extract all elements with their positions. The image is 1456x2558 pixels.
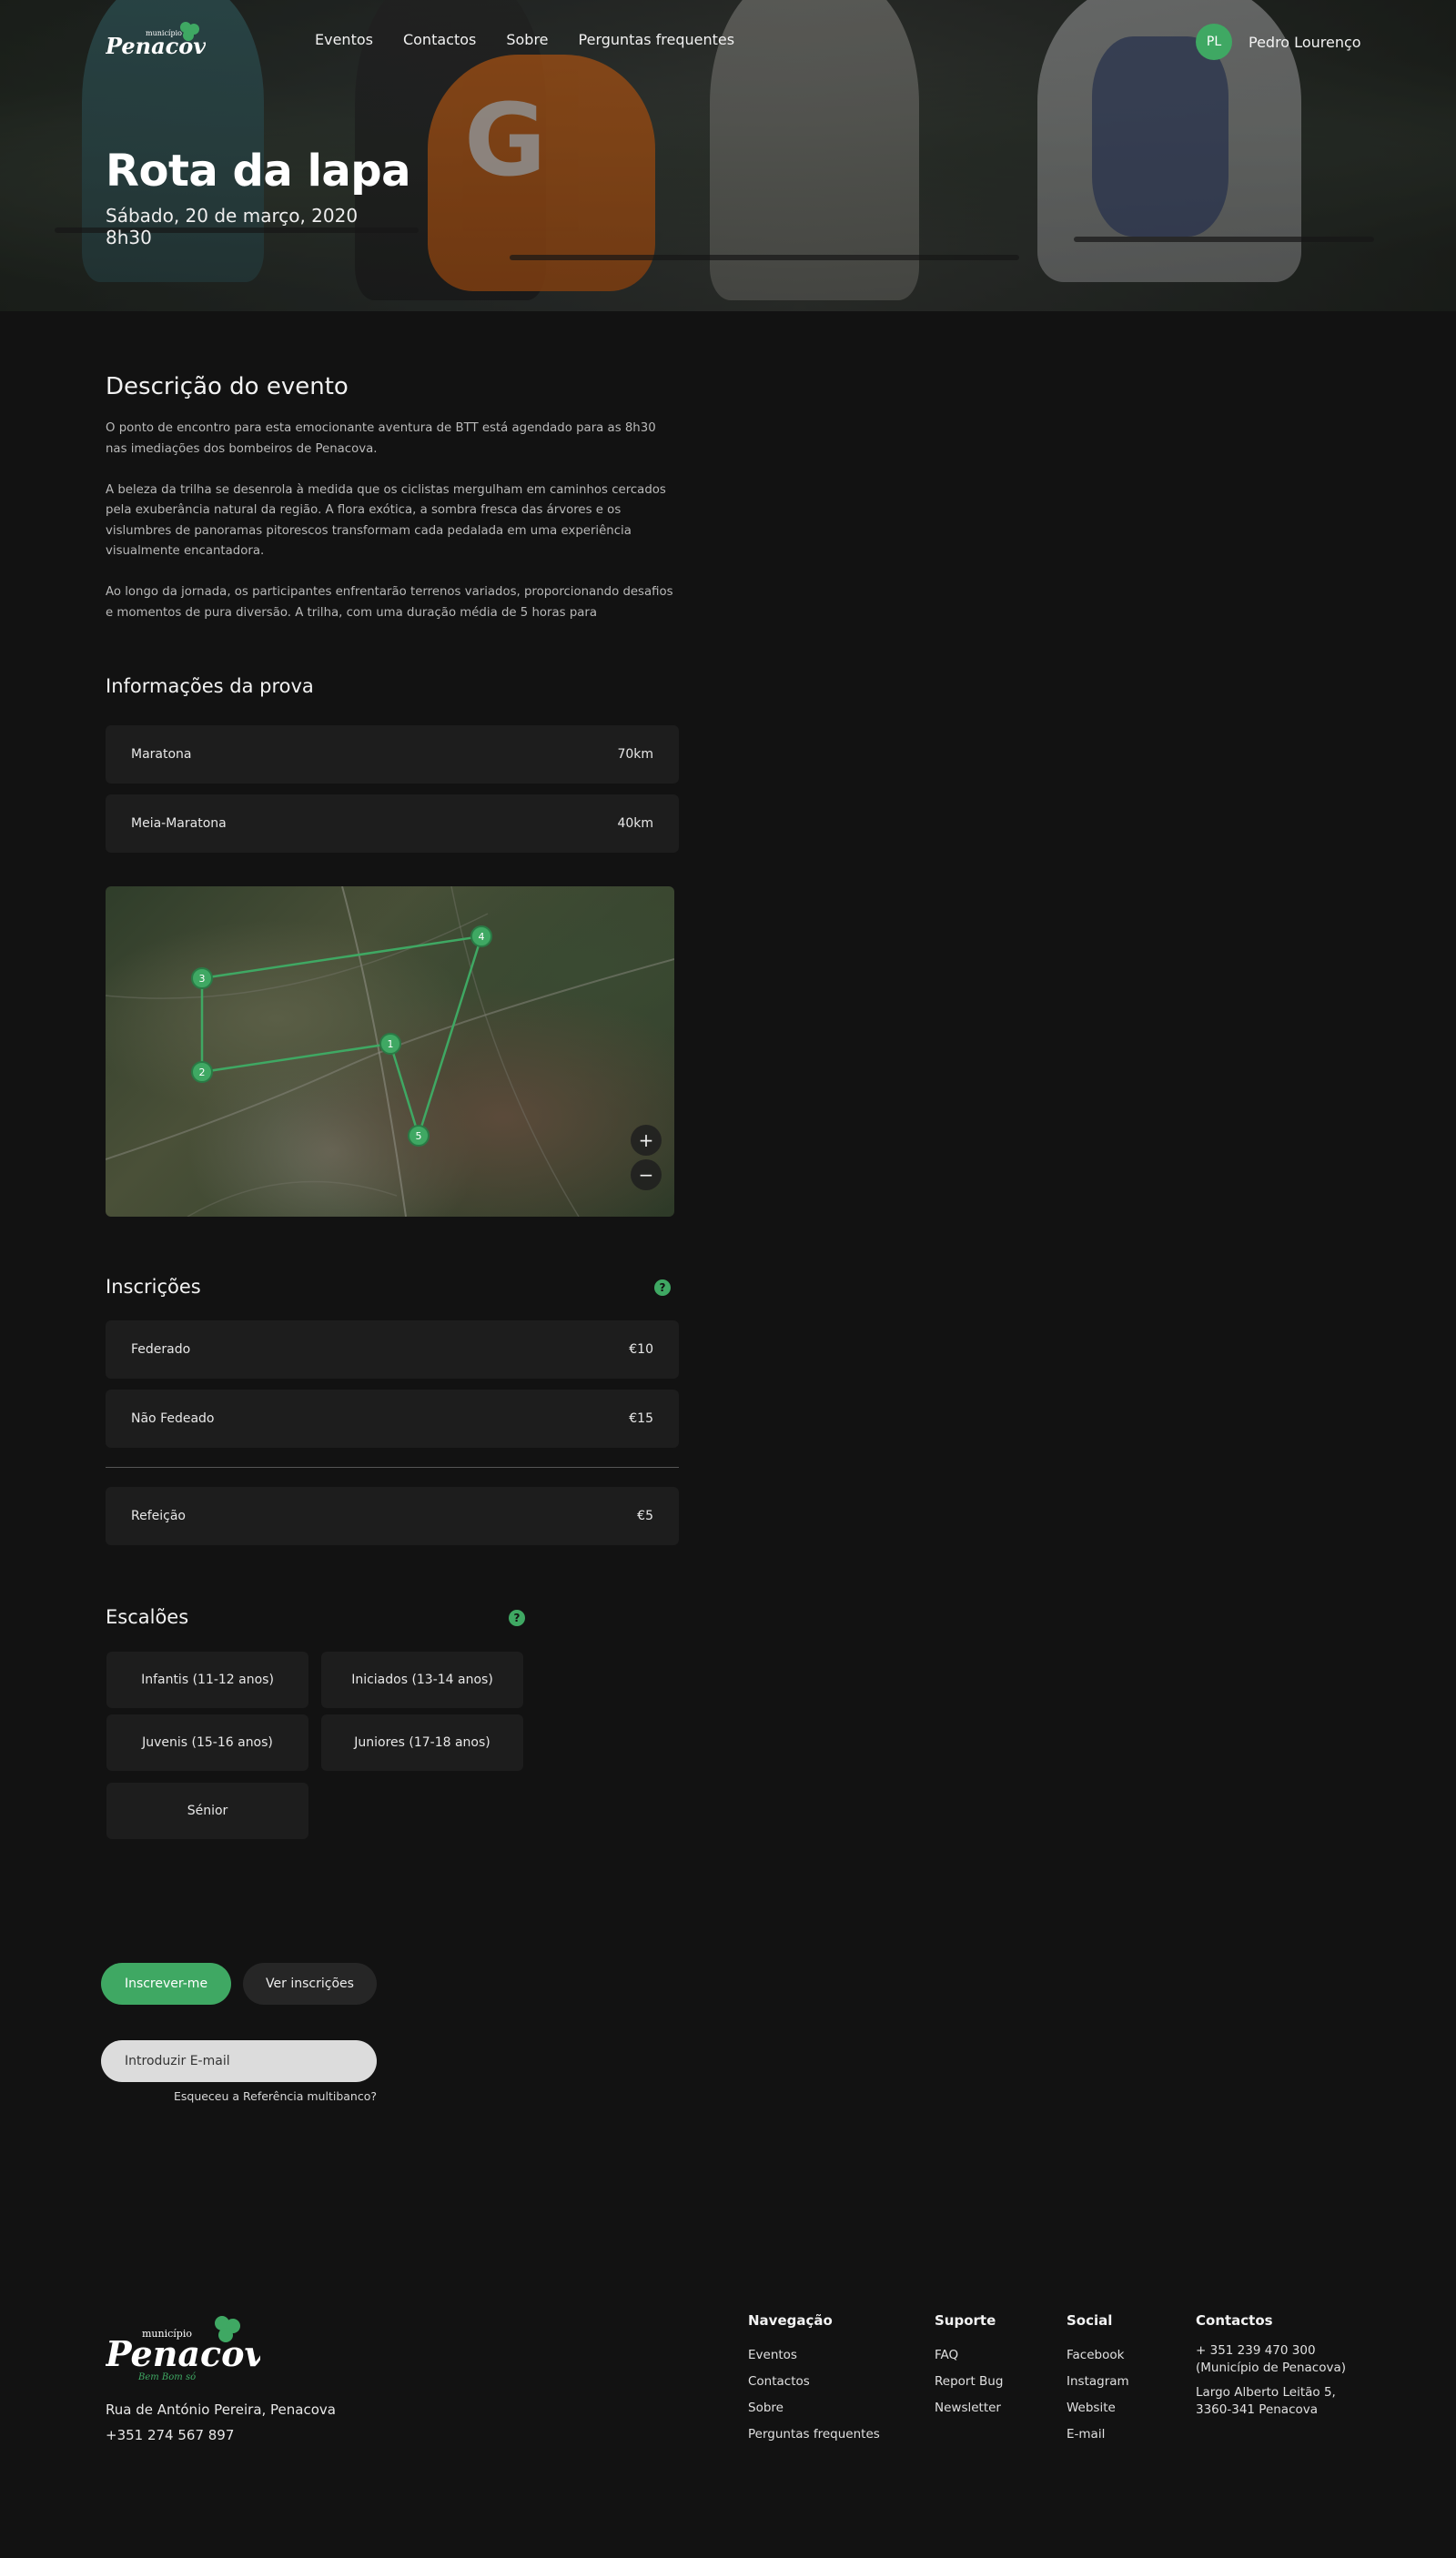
event-time-text: 8h30 bbox=[106, 227, 152, 248]
footer-col-navegacao: Navegação Eventos Contactos Sobre Pergun… bbox=[748, 2312, 880, 2448]
inscricao-row-value: €5 bbox=[637, 1509, 653, 1523]
logo-main-text: Penacova bbox=[106, 33, 206, 59]
inscricao-row-value: €10 bbox=[629, 1342, 653, 1357]
email-input[interactable] bbox=[101, 2040, 377, 2082]
footer-link[interactable]: FAQ bbox=[935, 2342, 1003, 2369]
footer-link[interactable]: Facebook bbox=[1067, 2342, 1129, 2369]
inscricao-row-label: Federado bbox=[131, 1342, 191, 1357]
waypoint-5[interactable]: 5 bbox=[408, 1125, 430, 1147]
top-nav: município Penacova Eventos Contactos Sob… bbox=[0, 0, 1456, 84]
escalao-chip[interactable]: Sénior bbox=[106, 1783, 308, 1839]
waypoint-1[interactable]: 1 bbox=[379, 1033, 401, 1055]
event-title: Rota da lapa bbox=[106, 146, 411, 197]
nav-links: Eventos Contactos Sobre Perguntas freque… bbox=[315, 31, 734, 48]
info-title: Informações da prova bbox=[106, 675, 314, 697]
divider bbox=[106, 1467, 679, 1468]
escaloes-title: Escalões bbox=[106, 1606, 189, 1628]
footer-col-title: Navegação bbox=[748, 2312, 833, 2329]
penacova-logo[interactable]: município Penacova bbox=[105, 18, 220, 64]
inscricao-row-label: Não Fedeado bbox=[131, 1411, 215, 1426]
waypoint-4[interactable]: 4 bbox=[470, 925, 492, 947]
svg-text:1: 1 bbox=[388, 1038, 394, 1050]
hero-banner: G município Penacova Eventos Contactos S… bbox=[0, 0, 1456, 311]
footer-link[interactable]: Newsletter bbox=[935, 2395, 1003, 2422]
info-row-value: 40km bbox=[617, 816, 653, 831]
svg-text:3: 3 bbox=[199, 973, 206, 985]
user-name[interactable]: Pedro Lourenço bbox=[1249, 34, 1361, 51]
route-map[interactable]: 1 2 3 4 5 + − bbox=[106, 886, 674, 1217]
nav-link-contactos[interactable]: Contactos bbox=[403, 31, 476, 48]
footer-link[interactable]: E-mail bbox=[1067, 2422, 1129, 2448]
description-paragraph: O ponto de encontro para esta emocionant… bbox=[106, 421, 656, 456]
map-zoom-in-button[interactable]: + bbox=[631, 1125, 662, 1156]
waypoint-3[interactable]: 3 bbox=[191, 967, 213, 989]
footer-logo-tag: Bem Bom só bbox=[137, 2372, 196, 2382]
footer-col-suporte: Suporte FAQ Report Bug Newsletter bbox=[935, 2312, 1003, 2422]
footer-link[interactable]: Report Bug bbox=[935, 2369, 1003, 2395]
info-row-meia-maratona: Meia-Maratona 40km bbox=[106, 794, 679, 853]
help-icon[interactable]: ? bbox=[509, 1610, 525, 1626]
route-map-canvas[interactable]: 1 2 3 4 5 bbox=[106, 886, 674, 1217]
footer-contact-address: Largo Alberto Leitão 5, 3360-341 Penacov… bbox=[1196, 2385, 1336, 2417]
event-date-text: Sábado, 20 de março, 2020 bbox=[106, 205, 359, 227]
footer-link[interactable]: Sobre bbox=[748, 2395, 880, 2422]
escalao-chip[interactable]: Infantis (11-12 anos) bbox=[106, 1652, 308, 1708]
footer-col-social: Social Facebook Instagram Website E-mail bbox=[1067, 2312, 1129, 2448]
footer-link[interactable]: Eventos bbox=[748, 2342, 880, 2369]
description-paragraph: A beleza da trilha se desenrola à medida… bbox=[106, 482, 666, 559]
description-title: Descrição do evento bbox=[106, 373, 349, 400]
info-row-label: Maratona bbox=[131, 747, 192, 762]
footer-link[interactable]: Perguntas frequentes bbox=[748, 2422, 880, 2448]
inscricao-row-label: Refeição bbox=[131, 1509, 186, 1523]
svg-text:4: 4 bbox=[479, 931, 485, 943]
footer-link[interactable]: Contactos bbox=[748, 2369, 880, 2395]
footer-logo-main-text: Penacova bbox=[106, 2333, 260, 2374]
footer-col-title: Social bbox=[1067, 2312, 1113, 2329]
svg-text:2: 2 bbox=[199, 1067, 206, 1078]
escalao-chip[interactable]: Juvenis (15-16 anos) bbox=[106, 1714, 308, 1771]
inscricao-row-value: €15 bbox=[629, 1411, 653, 1426]
inscricao-row-nao-federado[interactable]: Não Fedeado €15 bbox=[106, 1390, 679, 1448]
nav-link-eventos[interactable]: Eventos bbox=[315, 31, 373, 48]
svg-text:5: 5 bbox=[416, 1130, 422, 1142]
info-row-label: Meia-Maratona bbox=[131, 816, 227, 831]
footer-phone: +351 274 567 897 bbox=[106, 2427, 235, 2443]
info-row-value: 70km bbox=[617, 747, 653, 762]
footer-address: Rua de António Pereira, Penacova bbox=[106, 2401, 336, 2418]
description-body: O ponto de encontro para esta emocionant… bbox=[106, 419, 677, 626]
escalao-chip[interactable]: Juniores (17-18 anos) bbox=[321, 1714, 523, 1771]
footer-col-contactos: Contactos + 351 239 470 300 (Município d… bbox=[1196, 2312, 1369, 2426]
ver-inscricoes-button[interactable]: Ver inscrições bbox=[243, 1963, 377, 2005]
forgot-reference-link[interactable]: Esqueceu a Referência multibanco? bbox=[101, 2089, 377, 2103]
escalao-chip[interactable]: Iniciados (13-14 anos) bbox=[321, 1652, 523, 1708]
map-zoom-out-button[interactable]: − bbox=[631, 1159, 662, 1190]
avatar[interactable]: PL bbox=[1196, 24, 1232, 60]
footer-contact-phone: + 351 239 470 300 (Município de Penacova… bbox=[1196, 2343, 1346, 2375]
nav-link-faq[interactable]: Perguntas frequentes bbox=[579, 31, 735, 48]
nav-link-sobre[interactable]: Sobre bbox=[506, 31, 548, 48]
footer-link[interactable]: Website bbox=[1067, 2395, 1129, 2422]
info-row-maratona: Maratona 70km bbox=[106, 725, 679, 784]
user-menu[interactable]: PL Pedro Lourenço bbox=[1196, 24, 1361, 60]
waypoint-2[interactable]: 2 bbox=[191, 1061, 213, 1083]
inscricao-row-federado[interactable]: Federado €10 bbox=[106, 1320, 679, 1379]
description-paragraph: Ao longo da jornada, os participantes en… bbox=[106, 585, 673, 620]
inscricoes-title: Inscrições bbox=[106, 1276, 201, 1298]
inscrever-button[interactable]: Inscrever-me bbox=[101, 1963, 231, 2005]
footer-col-title: Suporte bbox=[935, 2312, 996, 2329]
footer-logo[interactable]: município Penacova Bem Bom só bbox=[105, 2311, 287, 2382]
footer-link[interactable]: Instagram bbox=[1067, 2369, 1129, 2395]
footer-col-title: Contactos bbox=[1196, 2312, 1273, 2329]
event-date: Sábado, 20 de março, 2020 8h30 bbox=[106, 205, 358, 248]
inscricao-row-refeicao[interactable]: Refeição €5 bbox=[106, 1487, 679, 1545]
help-icon[interactable]: ? bbox=[654, 1279, 671, 1296]
